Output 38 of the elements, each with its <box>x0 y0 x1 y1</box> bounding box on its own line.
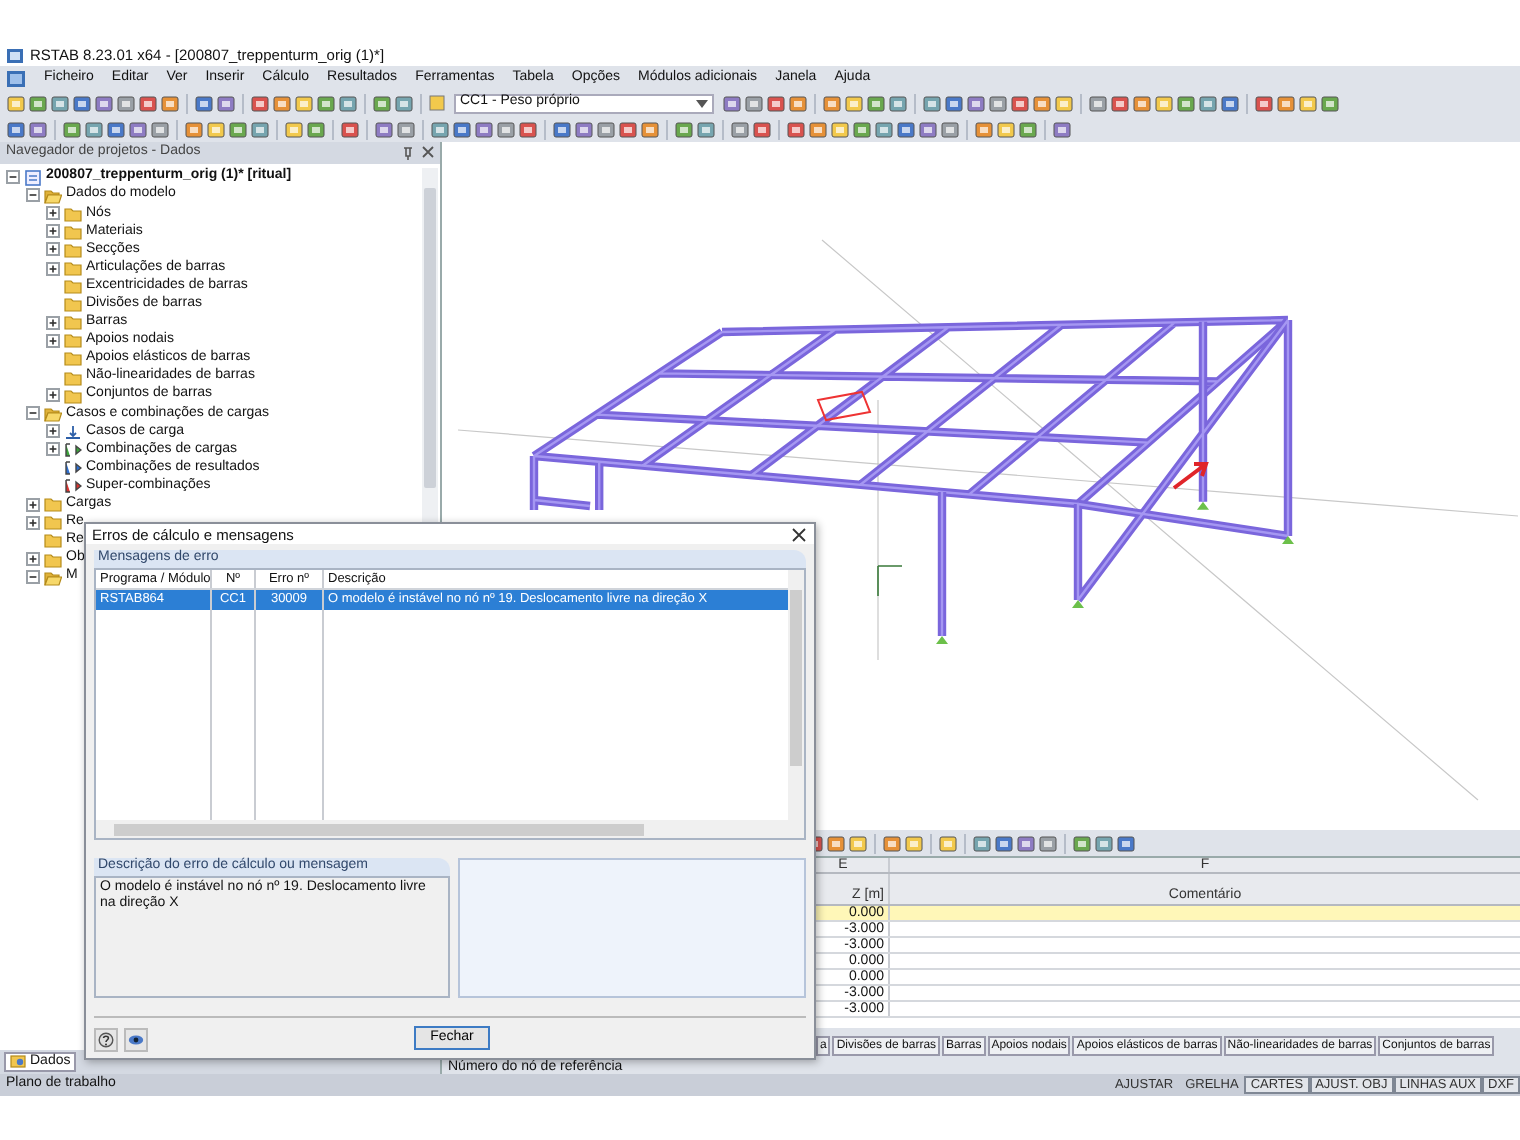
close-icon[interactable] <box>792 527 806 541</box>
expand-icon[interactable] <box>46 424 60 439</box>
pin-icon[interactable] <box>402 146 414 160</box>
expand-icon[interactable] <box>46 261 60 276</box>
expand-icon[interactable] <box>26 515 40 530</box>
expand-icon[interactable] <box>46 206 60 221</box>
data-icon <box>10 1054 26 1069</box>
view-button[interactable] <box>124 1027 148 1051</box>
combination-icon <box>64 441 82 458</box>
expand-icon[interactable] <box>46 315 60 330</box>
expand-icon[interactable] <box>46 224 60 239</box>
open-folder-icon <box>44 569 62 586</box>
expand-icon[interactable] <box>46 333 60 348</box>
close-icon[interactable] <box>422 146 434 158</box>
caret-icon <box>696 99 708 107</box>
collapse-icon[interactable] <box>26 406 40 421</box>
document-icon[interactable] <box>6 69 26 87</box>
load-arrow-icon <box>64 423 82 440</box>
help-icon <box>98 1031 114 1047</box>
expand-icon[interactable] <box>46 442 60 457</box>
open-folder-icon <box>44 405 62 422</box>
expand-icon[interactable] <box>46 242 60 257</box>
app-logo-icon <box>6 47 24 63</box>
combination-icon <box>64 478 82 495</box>
collapse-icon[interactable] <box>26 570 40 585</box>
expand-icon[interactable] <box>46 388 60 403</box>
scrollbar[interactable] <box>788 570 804 820</box>
open-folder-icon <box>44 187 62 204</box>
load-case-icon <box>428 94 446 112</box>
collapse-icon[interactable] <box>26 188 40 203</box>
scrollbar[interactable] <box>96 820 804 838</box>
help-button[interactable] <box>94 1027 118 1051</box>
eye-icon <box>128 1031 144 1047</box>
project-icon <box>24 169 42 186</box>
collapse-icon[interactable] <box>6 170 20 185</box>
combination-icon <box>64 460 82 477</box>
expand-icon[interactable] <box>26 552 40 567</box>
expand-icon[interactable] <box>26 497 40 512</box>
